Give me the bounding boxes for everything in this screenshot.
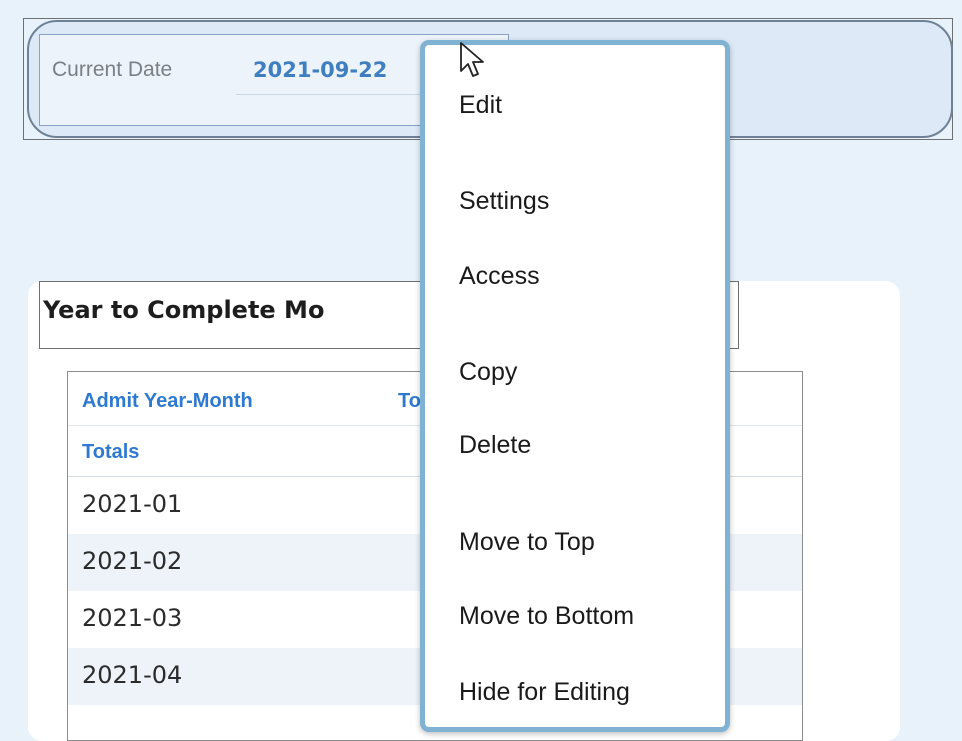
current-date-value: 2021-09-22 (253, 58, 388, 82)
column-header-total[interactable]: To (398, 390, 421, 413)
table-cell-admit-year-month: 2021-01 (82, 490, 183, 518)
menu-item-label: Copy (459, 358, 518, 386)
table-cell-admit-year-month: 2021-02 (82, 547, 183, 575)
menu-item-label: Move to Top (459, 528, 595, 556)
menu-item-label: Access (459, 262, 540, 290)
menu-item-edit[interactable]: Edit (425, 81, 725, 127)
table-cell-admit-year-month: 2021-03 (82, 604, 183, 632)
menu-item-label: Hide for Editing (459, 678, 630, 706)
table-cell-admit-year-month: 2021-04 (82, 661, 183, 689)
menu-item-label: Delete (459, 431, 532, 459)
menu-item-move-to-top[interactable]: Move to Top (425, 518, 725, 564)
menu-item-hide-for-editing[interactable]: Hide for Editing (425, 668, 725, 714)
menu-item-label: Edit (459, 91, 503, 119)
menu-item-delete[interactable]: Delete (425, 421, 725, 467)
report-title: Year to Complete Mo (43, 296, 325, 324)
menu-item-copy[interactable]: Copy (425, 348, 725, 394)
menu-item-label: Move to Bottom (459, 602, 635, 630)
menu-item-access[interactable]: Access (425, 252, 725, 298)
mouse-pointer-icon (460, 42, 484, 77)
menu-item-label: Settings (459, 187, 550, 215)
menu-item-move-to-bottom[interactable]: Move to Bottom (425, 592, 725, 638)
menu-item-settings[interactable]: Settings (425, 177, 725, 223)
current-date-label: Current Date (52, 58, 173, 81)
totals-row-label: Totals (82, 441, 140, 463)
context-menu: Edit Settings Access Copy Delete Move to… (420, 40, 730, 732)
column-header-admit-year-month[interactable]: Admit Year-Month (82, 390, 253, 413)
